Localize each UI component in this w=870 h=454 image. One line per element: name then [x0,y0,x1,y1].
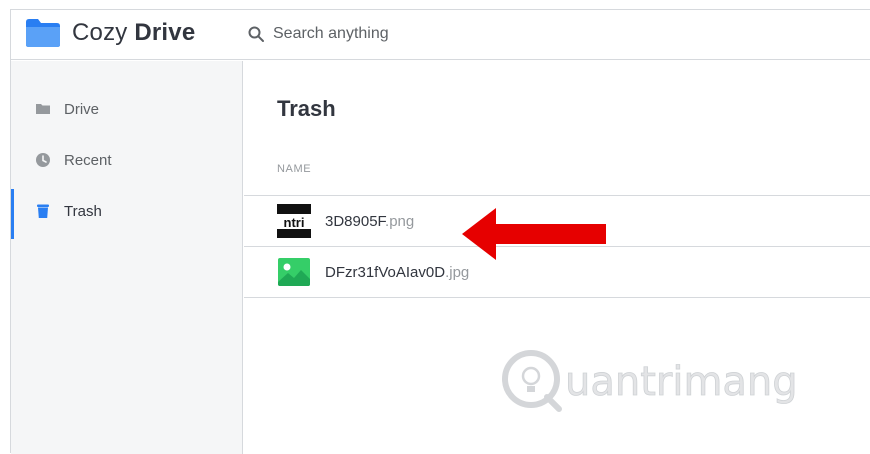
svg-text:ntri: ntri [284,215,305,230]
sidebar-item-drive[interactable]: Drive [11,87,243,131]
quantrimang-watermark: uantrimang [502,350,798,412]
file-name[interactable]: 3D8905F.png [325,213,414,230]
clock-icon [35,152,51,168]
search-icon [248,26,264,42]
divider [244,297,870,298]
page-title: Trash [277,96,336,121]
image-file-icon [278,258,310,286]
ntri-image-thumbnail: ntri [277,204,311,238]
red-arrow-annotation [462,208,606,260]
trash-icon [35,203,51,219]
sidebar-item-label: Drive [64,100,100,118]
sidebar-item-recent[interactable]: Recent [11,138,243,182]
folder-icon[interactable] [25,18,61,48]
file-name[interactable]: DFzr31fVoAIav0D.jpg [325,264,469,281]
sidebar: Drive Recent Trash [11,61,243,454]
sidebar-item-trash[interactable]: Trash [11,189,243,239]
sidebar-item-label: Recent [64,151,112,169]
folder-icon [35,101,51,117]
search-box[interactable]: Search anything [247,22,389,46]
name-column-header[interactable]: NAME [277,163,311,175]
brand-name-bold: Drive [134,19,196,46]
brand-name-light: Cozy [72,19,128,46]
search-input[interactable]: Search anything [273,25,389,43]
watermark-text: uantrimang [565,359,798,405]
app-brand[interactable]: Cozy Drive [72,19,195,47]
sidebar-item-label: Trash [64,202,102,220]
top-bar: Cozy Drive Search anything [11,10,870,60]
